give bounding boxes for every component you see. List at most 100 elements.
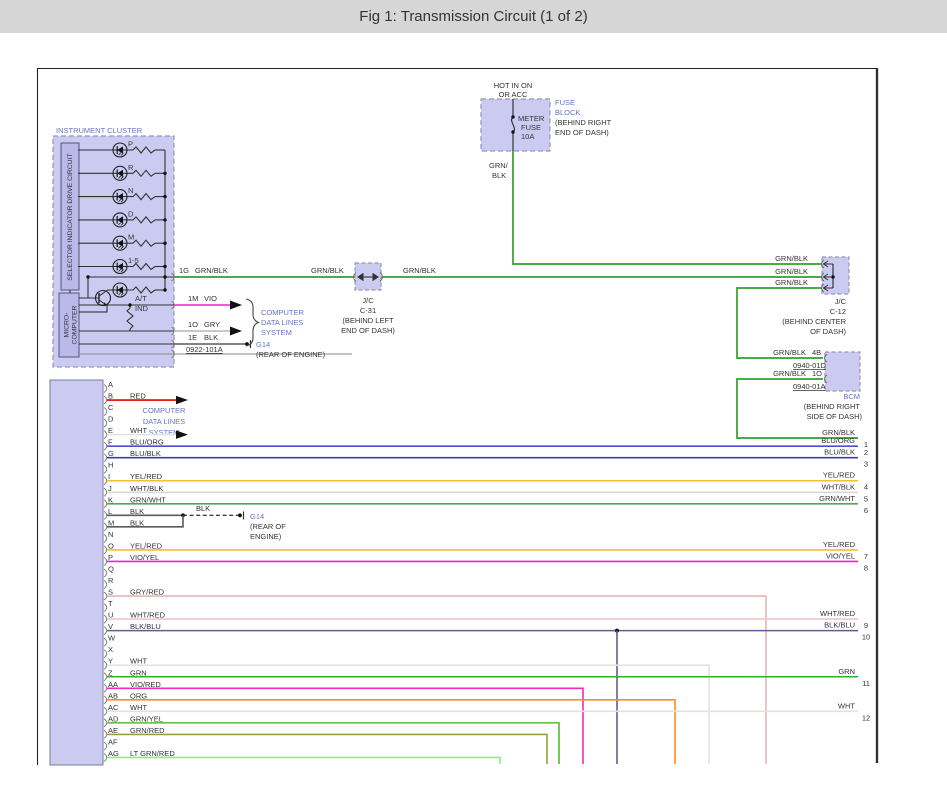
fuse-block: HOT IN ON OR ACC METER FUSE 10A FUSE BLO…	[481, 81, 612, 180]
cluster-connector-link[interactable]: 0922-101A	[186, 345, 223, 354]
bcm-link-2[interactable]: 0940-01A	[793, 382, 826, 391]
pin-bracket-icon	[104, 396, 107, 404]
pin-bracket-icon	[104, 742, 107, 750]
instrument-cluster-label: INSTRUMENT CLUSTER	[56, 126, 143, 135]
continuation-number: 3	[864, 460, 868, 469]
continuation-number: 2	[864, 448, 868, 457]
pin-bracket-icon	[104, 546, 107, 554]
pin-bracket-icon	[104, 557, 107, 565]
wire	[107, 757, 500, 764]
wire	[107, 665, 709, 764]
continuation-number: 8	[864, 563, 868, 572]
pin-bracket-icon	[104, 707, 107, 715]
pin-bracket-icon	[104, 650, 107, 658]
wire-color-label: GRN/RED	[130, 726, 165, 735]
pin-bracket-icon	[104, 511, 107, 519]
pin-bracket-icon	[104, 592, 107, 600]
pin-letter: AG	[108, 749, 119, 758]
fuse-name-3: 10A	[521, 132, 534, 141]
jc12-loc-1: (BEHIND CENTER	[782, 317, 846, 326]
left-connector	[50, 380, 103, 765]
arrow-icon	[176, 430, 188, 438]
jc31-name-1: J/C	[362, 296, 374, 305]
pin-letter: I	[108, 472, 110, 481]
cluster-cdl-2: DATA LINES	[261, 318, 303, 327]
fuse-name-2: FUSE	[521, 123, 541, 132]
pin-bracket-icon	[104, 719, 107, 727]
at-ind-label-2: IND	[135, 304, 149, 313]
pin-letter: T	[108, 599, 113, 608]
pin-bracket-icon	[104, 477, 107, 485]
cdl-3: SYSTEM	[149, 428, 180, 437]
pin-letter: Q	[108, 564, 114, 573]
continuation-number: 10	[862, 633, 870, 642]
continuation-rows: GRN/BLK1BLU/ORG2BLU/BLK3YEL/RED4WHT/BLK5…	[819, 428, 870, 722]
jc12-wire-1: GRN/BLK	[775, 254, 808, 263]
pin-letter: P	[108, 553, 113, 562]
ground1-name: G14	[256, 340, 270, 349]
out-1e-pin: 1E	[188, 333, 197, 342]
wire-color-label: RED	[130, 392, 146, 401]
pin-letter: E	[108, 426, 113, 435]
ground2-loc-2: ENGINE)	[250, 532, 282, 541]
fuse-wire-color-1: GRN/	[489, 161, 509, 170]
wire-color-label: VIO/RED	[130, 680, 161, 689]
wire-color-label: YEL/RED	[130, 472, 163, 481]
pin-letter: X	[108, 645, 113, 654]
pin-bracket-icon	[104, 730, 107, 738]
pin-letter: C	[108, 403, 114, 412]
pin-bracket-icon	[104, 661, 107, 669]
pin-letter: D	[108, 415, 114, 424]
pin-bracket-icon	[104, 431, 107, 439]
wiring-diagram: INSTRUMENT CLUSTER SELECTOR INDICATOR DR…	[0, 0, 947, 793]
selector-indicator-label: SELECTOR INDICATOR DRIVE CIRCUIT	[67, 153, 74, 280]
pin-letter: Z	[108, 668, 113, 677]
pin-bracket-icon	[104, 569, 107, 577]
pin-letter: B	[108, 392, 113, 401]
out-1g-pin: 1G	[179, 266, 189, 275]
continuation-number: 6	[864, 506, 868, 515]
wire-color-label: BLK/BLU	[130, 622, 161, 631]
fuse-wire-color-2: BLK	[492, 171, 506, 180]
wire-color-label: WHT/RED	[130, 611, 166, 620]
pin-letter: AB	[108, 691, 118, 700]
pin-letter: N	[108, 530, 113, 539]
bcm: GRN/BLK 4B 0940-01D GRN/BLK 1O 0940-01A …	[773, 348, 862, 421]
continuation-wire-label: BLK/BLU	[824, 621, 855, 630]
wire	[107, 515, 183, 527]
pin-bracket-icon	[104, 385, 107, 393]
pin-letter: S	[108, 588, 113, 597]
jc31-name-2: C-31	[360, 306, 376, 315]
bcm-wire-1: GRN/BLK	[773, 348, 806, 357]
pin-letter: R	[108, 576, 114, 585]
wire-color-label: LT GRN/RED	[130, 749, 175, 758]
pin-bracket-icon	[104, 408, 107, 416]
hot-label-2: OR ACC	[499, 90, 528, 99]
wire-color-label: WHT/BLK	[130, 484, 163, 493]
cluster-cdl-1: COMPUTER	[261, 308, 305, 317]
pin-letter: U	[108, 611, 113, 620]
pin-bracket-icon	[104, 534, 107, 542]
continuation-number: 9	[864, 621, 868, 630]
pin-letter: G	[108, 449, 114, 458]
out-1g-color: GRN/BLK	[195, 266, 228, 275]
wire-color-label: WHT	[130, 703, 147, 712]
led-label: R	[128, 163, 134, 172]
ground2-name: G14	[250, 512, 264, 521]
pin-letter: H	[108, 461, 113, 470]
cluster-outputs: 1G GRN/BLK 1M VIO 1O GRY 1E BLK 0922-101…	[174, 266, 326, 359]
fuse-block-label-2: BLOCK	[555, 108, 580, 117]
cluster-cdl-3: SYSTEM	[261, 328, 292, 337]
pin-letter: L	[108, 507, 112, 516]
pin-letter: AE	[108, 726, 118, 735]
pin-bracket-icon	[104, 454, 107, 462]
continuation-number: 7	[864, 552, 868, 561]
pin-letter: AA	[108, 680, 118, 689]
continuation-wire-label: VIO/YEL	[826, 551, 855, 560]
pin-letter: O	[108, 541, 114, 550]
pin-bracket-icon	[104, 442, 107, 450]
jc12-name-2: C-12	[830, 307, 846, 316]
led-label: D	[128, 209, 134, 218]
continuation-wire-label: BLU/ORG	[821, 436, 855, 445]
pin-letter: W	[108, 634, 116, 643]
